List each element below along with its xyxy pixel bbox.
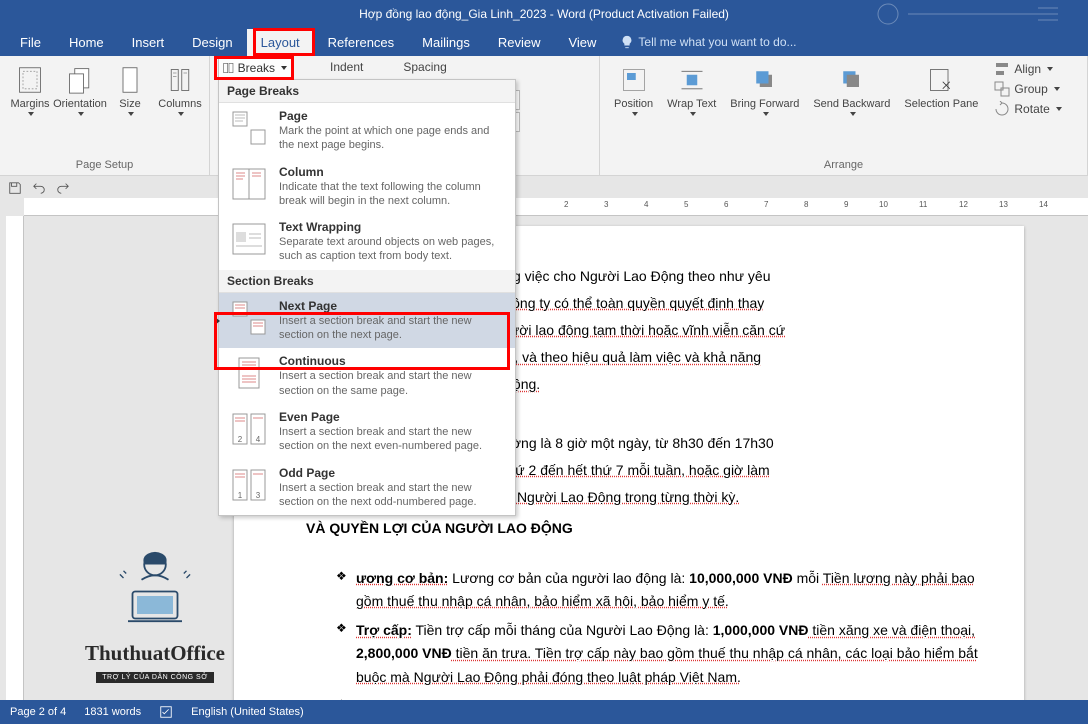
continuous-icon xyxy=(229,354,269,392)
tab-review[interactable]: Review xyxy=(484,29,555,56)
position-button[interactable]: Position xyxy=(608,60,659,120)
svg-text:2: 2 xyxy=(238,435,243,444)
page-setup-label: Page Setup xyxy=(8,157,201,173)
bring-forward-icon xyxy=(751,66,779,94)
svg-text:4: 4 xyxy=(256,435,261,444)
align-button[interactable]: Align xyxy=(992,60,1063,78)
redo-icon[interactable] xyxy=(56,181,70,195)
align-icon xyxy=(994,61,1010,77)
dropdown-section-page-breaks: Page Breaks xyxy=(219,80,515,103)
tab-mailings[interactable]: Mailings xyxy=(408,29,484,56)
send-backward-button[interactable]: Send Backward xyxy=(807,60,896,120)
breaks-icon xyxy=(223,61,234,75)
size-icon xyxy=(116,66,144,94)
odd-page-icon: 13 xyxy=(229,466,269,504)
dropdown-item-odd-page[interactable]: 13 Odd PageInsert a section break and st… xyxy=(219,460,515,516)
selection-pane-icon xyxy=(927,66,955,94)
orientation-button[interactable]: Orientation xyxy=(58,60,102,120)
spellcheck-icon[interactable] xyxy=(159,705,173,719)
breaks-dropdown: Page Breaks PageMark the point at which … xyxy=(218,79,516,516)
margins-button[interactable]: Margins xyxy=(8,60,52,120)
list-item: ương cơ bản: Lương cơ bản của người lao … xyxy=(336,567,994,613)
status-language[interactable]: English (United States) xyxy=(191,706,304,718)
status-bar: Page 2 of 4 1831 words English (United S… xyxy=(0,700,1088,724)
status-words[interactable]: 1831 words xyxy=(84,706,141,718)
columns-icon xyxy=(166,66,194,94)
send-backward-icon xyxy=(838,66,866,94)
tab-references[interactable]: References xyxy=(314,29,408,56)
dropdown-item-next-page[interactable]: Next PageInsert a section break and star… xyxy=(219,293,515,349)
breaks-button[interactable]: Breaks xyxy=(218,58,292,78)
columns-button[interactable]: Columns xyxy=(158,60,202,120)
document-area[interactable]: uyên môn: Quản lý kho. à công việc phải … xyxy=(24,216,1088,700)
dropdown-item-page[interactable]: PageMark the point at which one page end… xyxy=(219,103,515,159)
tab-layout[interactable]: Layout xyxy=(247,29,314,56)
size-button[interactable]: Size xyxy=(108,60,152,120)
dropdown-item-text-wrapping[interactable]: Text WrappingSeparate text around object… xyxy=(219,214,515,270)
wrap-icon xyxy=(678,66,706,94)
group-button[interactable]: Group xyxy=(992,80,1063,98)
svg-text:3: 3 xyxy=(256,491,261,500)
rotate-icon xyxy=(994,101,1010,117)
tab-view[interactable]: View xyxy=(554,29,610,56)
margins-icon xyxy=(16,66,44,94)
text-wrapping-icon xyxy=(229,220,269,258)
column-break-icon xyxy=(229,165,269,203)
tell-me[interactable]: Tell me what you want to do... xyxy=(620,35,796,49)
tab-insert[interactable]: Insert xyxy=(118,29,179,56)
selected-indicator-icon xyxy=(215,317,220,325)
arrange-label: Arrange xyxy=(608,157,1079,173)
group-arrange: Position Wrap Text Bring Forward Send Ba… xyxy=(600,56,1088,175)
save-icon[interactable] xyxy=(8,181,22,195)
position-icon xyxy=(620,66,648,94)
bring-forward-button[interactable]: Bring Forward xyxy=(724,60,805,120)
bulb-icon xyxy=(620,35,634,49)
window-title: Hợp đồng lao động_Gia Linh_2023 - Word (… xyxy=(359,7,729,21)
title-bar: Hợp đồng lao động_Gia Linh_2023 - Word (… xyxy=(0,0,1088,28)
group-page-setup: Margins Orientation Size Columns Page Se… xyxy=(0,56,210,175)
tab-design[interactable]: Design xyxy=(178,29,246,56)
svg-text:1: 1 xyxy=(238,491,243,500)
undo-icon[interactable] xyxy=(32,181,46,195)
horizontal-ruler[interactable]: 234567891011121314 xyxy=(24,198,1088,216)
dropdown-item-column[interactable]: ColumnIndicate that the text following t… xyxy=(219,159,515,215)
next-page-icon xyxy=(229,299,269,337)
page-break-icon xyxy=(229,109,269,147)
orientation-icon xyxy=(66,66,94,94)
dropdown-section-section-breaks: Section Breaks xyxy=(219,270,515,293)
dropdown-item-even-page[interactable]: 24 Even PageInsert a section break and s… xyxy=(219,404,515,460)
rotate-button[interactable]: Rotate xyxy=(992,100,1063,118)
tab-file[interactable]: File xyxy=(6,29,55,56)
vertical-ruler[interactable] xyxy=(6,216,24,700)
group-icon xyxy=(994,81,1010,97)
dropdown-item-continuous[interactable]: ContinuousInsert a section break and sta… xyxy=(219,348,515,404)
menu-bar: File Home Insert Design Layout Reference… xyxy=(0,28,1088,56)
selection-pane-button[interactable]: Selection Pane xyxy=(898,60,984,114)
ribbon: Margins Orientation Size Columns Page Se… xyxy=(0,56,1088,176)
quick-access-bar xyxy=(0,176,1088,200)
even-page-icon: 24 xyxy=(229,410,269,448)
status-page[interactable]: Page 2 of 4 xyxy=(10,706,66,718)
wrap-text-button[interactable]: Wrap Text xyxy=(661,60,722,120)
list-item: Trợ cấp: Tiền trợ cấp mỗi tháng của Ngườ… xyxy=(336,619,994,688)
tab-home[interactable]: Home xyxy=(55,29,118,56)
